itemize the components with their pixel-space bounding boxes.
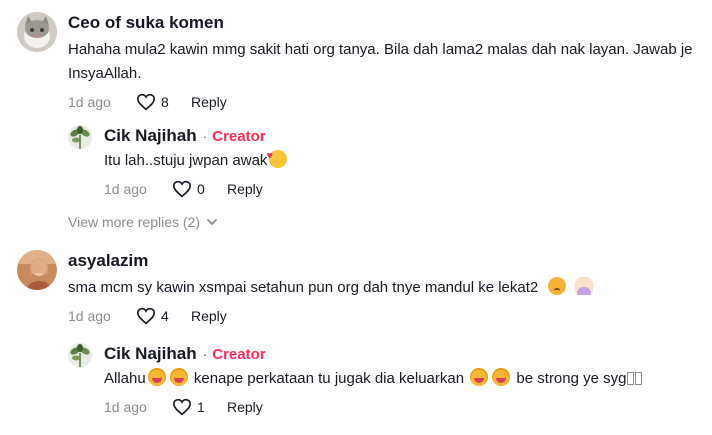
- reply-button[interactable]: Reply: [227, 181, 263, 197]
- username[interactable]: Cik Najihah: [104, 343, 197, 365]
- reply-button[interactable]: Reply: [191, 94, 227, 110]
- like-button[interactable]: 8: [136, 93, 185, 111]
- avatar[interactable]: [17, 12, 57, 52]
- reply-item: Cik Najihah · Creator Itu lah..stuju jwp…: [68, 125, 289, 199]
- person-shrugging-emoji-icon: [574, 277, 593, 295]
- heart-icon: [172, 398, 192, 416]
- username[interactable]: Cik Najihah: [104, 125, 197, 147]
- comment-text-row: Allahu kenape perkataan tu jugak dia kel…: [104, 367, 643, 391]
- comment-item: Ceo of suka komen Hahaha mula2 kawin mmg…: [17, 12, 708, 112]
- like-count: 8: [161, 94, 169, 110]
- avatar[interactable]: [68, 343, 92, 367]
- like-button[interactable]: 4: [136, 307, 185, 325]
- like-button[interactable]: 1: [172, 398, 221, 416]
- view-more-label: View more replies (2): [68, 214, 201, 230]
- reply-button[interactable]: Reply: [191, 308, 227, 324]
- pleading-face-emoji-icon: [548, 277, 567, 295]
- like-count: 0: [197, 181, 205, 197]
- like-count: 1: [197, 399, 205, 415]
- reply-button[interactable]: Reply: [227, 399, 263, 415]
- avatar[interactable]: [17, 250, 57, 290]
- like-button[interactable]: 0: [172, 180, 221, 198]
- missing-glyph-icon: [627, 372, 635, 385]
- comment-text-part: Allahu: [104, 370, 146, 387]
- comment-item: asyalazim sma mcm sy kawin xsmpai setahu…: [17, 250, 595, 326]
- heart-icon: [136, 307, 156, 325]
- comment-text-part: kenape perkataan tu jugak dia keluarkan: [193, 370, 465, 387]
- crying-face-emoji-icon: [147, 368, 166, 386]
- username[interactable]: Ceo of suka komen: [68, 12, 708, 34]
- comment-text-part: be strong ye syg: [516, 370, 627, 387]
- timestamp: 1d ago: [68, 308, 111, 324]
- creator-badge: Creator: [212, 345, 266, 363]
- person-avatar-icon: [17, 250, 57, 290]
- comment-text-row: sma mcm sy kawin xsmpai setahun pun org …: [68, 276, 595, 300]
- comment-text: Itu lah..stuju jwpan awak: [104, 152, 268, 169]
- chevron-down-icon: [207, 219, 217, 226]
- crying-face-emoji-icon: [470, 368, 489, 386]
- comment-text: sma mcm sy kawin xsmpai setahun pun org …: [68, 279, 539, 296]
- comment-text-row: Itu lah..stuju jwpan awak: [104, 144, 289, 173]
- separator: ·: [202, 128, 208, 144]
- crying-face-emoji-icon: [492, 368, 511, 386]
- plant-avatar-icon: [68, 343, 92, 367]
- timestamp: 1d ago: [104, 399, 147, 415]
- comment-text: Hahaha mula2 kawin mmg sakit hati org ta…: [68, 41, 693, 82]
- missing-glyph-icon: [635, 372, 643, 385]
- timestamp: 1d ago: [68, 94, 111, 110]
- timestamp: 1d ago: [104, 181, 147, 197]
- smiling-hearts-emoji-icon: [266, 144, 288, 168]
- heart-icon: [172, 180, 192, 198]
- avatar[interactable]: [68, 125, 92, 149]
- heart-icon: [136, 93, 156, 111]
- plant-avatar-icon: [68, 125, 92, 149]
- like-count: 4: [161, 308, 169, 324]
- username[interactable]: asyalazim: [68, 250, 595, 272]
- reply-item: Cik Najihah · Creator Allahu kenape perk…: [68, 343, 643, 417]
- cat-avatar-icon: [17, 12, 57, 52]
- view-more-replies-button[interactable]: View more replies (2): [68, 214, 218, 230]
- crying-face-emoji-icon: [169, 368, 188, 386]
- creator-badge: Creator: [212, 127, 266, 145]
- separator: ·: [202, 346, 208, 362]
